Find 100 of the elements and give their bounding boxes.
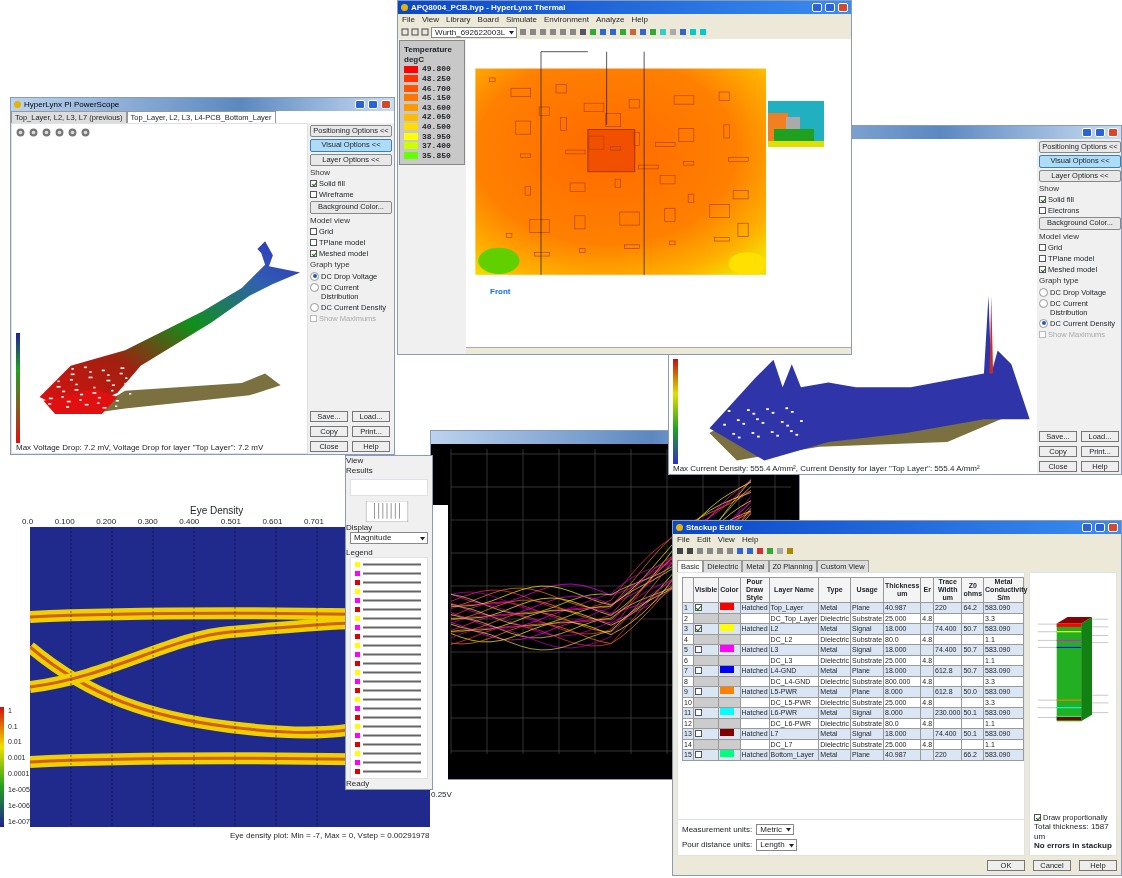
- field-label: Pour distance units:: [682, 840, 753, 850]
- maximize-button[interactable]: [368, 100, 378, 109]
- checkbox[interactable]: [1039, 255, 1046, 263]
- window-title: HyperLynx PI PowerScope: [24, 99, 120, 110]
- legend-value: 49.800: [422, 64, 451, 74]
- window-title: Stackup Editor: [686, 522, 743, 533]
- legend-value: 48.250: [422, 73, 451, 84]
- checkbox[interactable]: [310, 180, 317, 188]
- maximize-button[interactable]: [1095, 128, 1105, 137]
- app-icon: [14, 101, 21, 108]
- checkbox[interactable]: [694, 750, 702, 758]
- field-label: Measurement units:: [682, 824, 753, 835]
- close-button[interactable]: [838, 3, 848, 12]
- checkbox[interactable]: [1039, 196, 1046, 204]
- legend-value: 46.700: [422, 83, 451, 94]
- group-label: Model view: [1039, 231, 1080, 242]
- radio-button[interactable]: [310, 271, 319, 281]
- menu-item[interactable]: View: [717, 535, 735, 545]
- app-icon: [401, 4, 408, 11]
- menu-item[interactable]: Edit: [696, 535, 711, 545]
- menu-item[interactable]: File: [402, 15, 415, 25]
- menu-item[interactable]: View: [421, 15, 440, 25]
- menu-item[interactable]: Help: [631, 15, 648, 25]
- legend-unit: degC: [404, 54, 424, 65]
- axis-tick-label: 0.501: [220, 517, 241, 527]
- checkbox[interactable]: [694, 708, 702, 716]
- axis-tick-label: 0.200: [96, 517, 117, 527]
- axis-tick-label: 0.701: [303, 517, 324, 527]
- radio-button[interactable]: [1039, 318, 1048, 328]
- chart-title: Eye Density: [190, 505, 244, 517]
- checkbox[interactable]: [310, 191, 317, 199]
- checkbox[interactable]: [1039, 207, 1046, 215]
- status-text: Max Voltage Drop: 7.2 mV, Voltage Drop for layer "Top Layer": 7.2 mV: [15, 443, 265, 453]
- group-label: Graph type: [1039, 276, 1080, 286]
- radio-button[interactable]: [310, 282, 319, 292]
- menu-item[interactable]: Simulate: [505, 15, 538, 25]
- status-text: Ready: [346, 779, 370, 789]
- axis-tick-label: 0.300: [137, 517, 158, 527]
- section-label: Legend: [346, 547, 373, 558]
- checkbox[interactable]: [310, 228, 317, 236]
- axis-tick-label: 0.100: [54, 517, 75, 527]
- checkbox[interactable]: [1039, 266, 1046, 274]
- maximize-button[interactable]: [825, 3, 835, 12]
- window-title: APQ8004_PCB.hyp - HyperLynx Thermal: [411, 2, 566, 13]
- checkbox[interactable]: [694, 624, 702, 632]
- checkbox[interactable]: [310, 250, 317, 258]
- menu-item[interactable]: Board: [477, 15, 499, 25]
- board-thumbnail-drawing: [768, 101, 824, 148]
- menu-item[interactable]: Analyze: [595, 15, 625, 25]
- app-icon: [676, 524, 683, 531]
- group-label: Model view: [310, 215, 351, 226]
- group-label: Show: [1039, 183, 1060, 194]
- legend-value: 35.850: [422, 150, 451, 161]
- close-button[interactable]: [381, 100, 391, 109]
- minimize-button[interactable]: [812, 3, 822, 12]
- checkbox[interactable]: [1034, 814, 1041, 822]
- checkbox[interactable]: [694, 666, 702, 674]
- minimize-button[interactable]: [1082, 128, 1092, 137]
- axis-tick-label: 0.400: [179, 517, 200, 527]
- radio-button[interactable]: [310, 302, 319, 312]
- checkbox[interactable]: [694, 687, 702, 695]
- menu-item[interactable]: Library: [446, 15, 471, 25]
- menu-item[interactable]: Help: [741, 535, 759, 545]
- axis-tick-label: 0.0: [22, 517, 34, 527]
- total-thickness-text: Total thickness: 1587 um: [1034, 822, 1110, 842]
- section-label: Results: [346, 465, 373, 476]
- menu-item[interactable]: Environment: [544, 15, 589, 25]
- units-dropdown[interactable]: Length: [756, 839, 797, 851]
- status-text: No errors in stackup: [1034, 841, 1112, 851]
- legend-value: 45.150: [422, 93, 451, 103]
- checkbox[interactable]: [1039, 244, 1046, 252]
- close-button[interactable]: [1108, 128, 1118, 137]
- radio-button[interactable]: [1039, 287, 1048, 297]
- menu-item[interactable]: File: [677, 535, 690, 545]
- minimize-button[interactable]: [355, 100, 365, 109]
- axis-label: Front: [490, 287, 511, 297]
- dropdown-arrow-icon: [419, 534, 426, 542]
- legend-value: 42.050: [422, 112, 451, 122]
- checkbox[interactable]: [694, 645, 702, 653]
- maximize-button[interactable]: [1095, 523, 1105, 532]
- section-label: Display: [346, 522, 373, 533]
- checkbox[interactable]: [694, 729, 702, 737]
- close-button[interactable]: [1108, 523, 1118, 532]
- legend-value: 40.500: [422, 121, 451, 132]
- status-text: Max Current Density: 555.4 A/mm², Current Density for layer "Top Layer": 555.4 A/mm²: [672, 464, 981, 474]
- display-dropdown[interactable]: Magnitude: [350, 532, 428, 544]
- minimize-button[interactable]: [1082, 523, 1092, 532]
- dropdown-arrow-icon: [508, 28, 516, 36]
- legend-value: 38.950: [422, 131, 451, 142]
- group-label: Graph type: [310, 260, 351, 270]
- group-label: Show: [310, 167, 331, 178]
- radio-button[interactable]: [1039, 298, 1048, 308]
- units-dropdown[interactable]: Metric: [756, 823, 795, 836]
- checkbox[interactable]: [310, 239, 317, 247]
- axis-tick-label: 0.601: [262, 517, 283, 527]
- checkbox[interactable]: [694, 603, 702, 611]
- section-label: View: [346, 456, 364, 466]
- legend-value: 37.400: [422, 141, 451, 151]
- legend-title: Temperature: [404, 45, 452, 55]
- device-dropdown[interactable]: Wurth_692622003L: [431, 26, 518, 39]
